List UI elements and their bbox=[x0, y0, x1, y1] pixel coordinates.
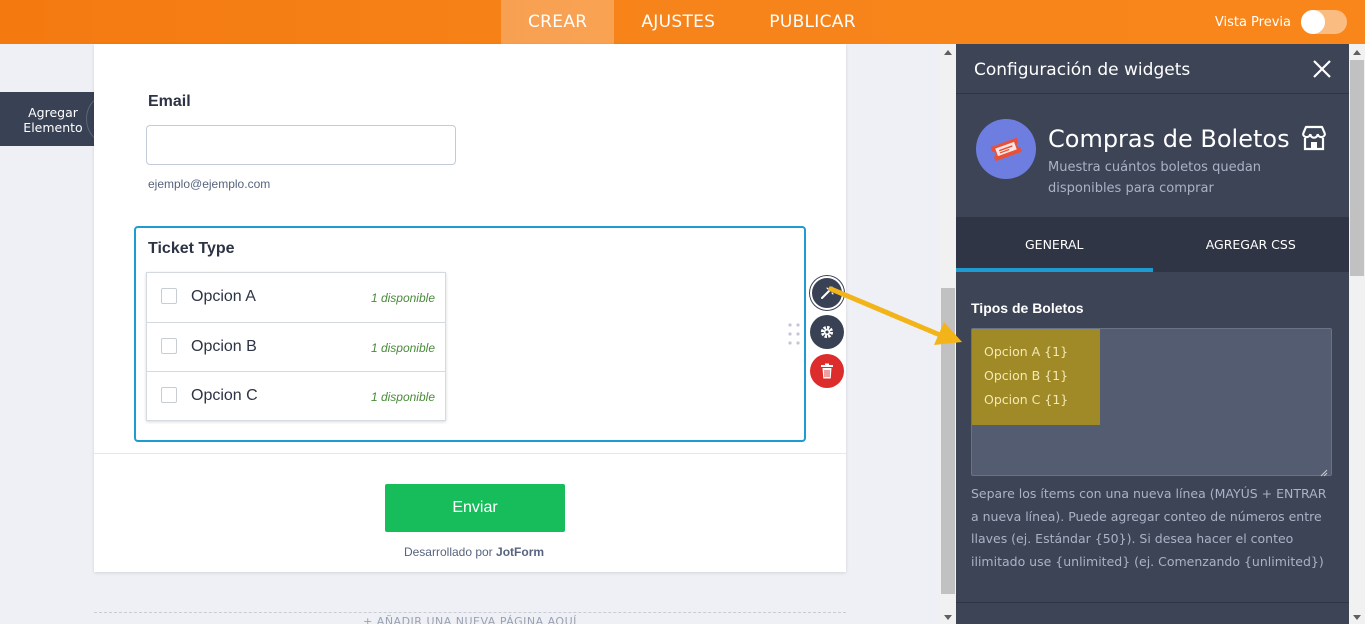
textarea-content: Opcion A {1} Opcion B {1} Opcion C {1} bbox=[984, 340, 1068, 412]
submit-button[interactable]: Enviar bbox=[385, 484, 565, 532]
ticket-type-field[interactable]: Ticket Type Opcion A 1 disponible Opcion… bbox=[134, 226, 806, 442]
ticket-availability: 1 disponible bbox=[370, 390, 435, 404]
trash-icon[interactable] bbox=[810, 354, 844, 388]
ticket-option[interactable]: Opcion C 1 disponible bbox=[147, 371, 445, 420]
scroll-up-icon[interactable] bbox=[1353, 50, 1361, 55]
checkbox[interactable] bbox=[161, 288, 177, 304]
preview-label: Vista Previa bbox=[1214, 14, 1291, 30]
scroll-up-icon[interactable] bbox=[944, 50, 952, 55]
email-hint: ejemplo@ejemplo.com bbox=[148, 177, 271, 191]
panel-title: Configuración de widgets bbox=[974, 60, 1191, 80]
top-bar: CREAR AJUSTES PUBLICAR Vista Previa bbox=[0, 0, 1365, 44]
tab-crear[interactable]: CREAR bbox=[501, 0, 615, 44]
wand-icon[interactable] bbox=[810, 276, 844, 310]
widget-info: Compras de Boletos Muestra cuántos bolet… bbox=[956, 95, 1349, 217]
resize-handle-icon[interactable] bbox=[1320, 464, 1328, 477]
jotform-link[interactable]: JotForm bbox=[496, 545, 544, 559]
preview-toggle[interactable] bbox=[1301, 10, 1347, 34]
widget-name: Compras de Boletos bbox=[1048, 125, 1290, 153]
ticket-option-label: Opcion A bbox=[191, 288, 256, 305]
scroll-thumb[interactable] bbox=[941, 288, 955, 594]
form-card: Email ejemplo@ejemplo.com Ticket Type Op… bbox=[94, 44, 846, 572]
powered-by: Desarrollado por JotForm bbox=[94, 545, 854, 559]
ticket-types-label: Tipos de Boletos bbox=[971, 300, 1084, 316]
panel-scrollbar[interactable] bbox=[1349, 44, 1365, 624]
checkbox[interactable] bbox=[161, 387, 177, 403]
ticket-option[interactable]: Opcion B 1 disponible bbox=[147, 322, 445, 371]
ticket-option-label: Opcion C bbox=[191, 387, 258, 404]
tab-general[interactable]: GENERAL bbox=[956, 217, 1153, 272]
textarea-line: Opcion B {1} bbox=[984, 368, 1069, 383]
preview-control: Vista Previa bbox=[1215, 0, 1347, 44]
scroll-down-icon[interactable] bbox=[1353, 615, 1361, 620]
ticket-type-label: Ticket Type bbox=[148, 240, 235, 257]
checkbox[interactable] bbox=[161, 338, 177, 354]
panel-header: Configuración de widgets bbox=[956, 44, 1349, 94]
ticket-icon bbox=[976, 119, 1036, 179]
tab-agregar-css[interactable]: AGREGAR CSS bbox=[1153, 217, 1350, 272]
help-text: Separe los ítems con una nueva línea (MA… bbox=[971, 486, 1327, 569]
email-field[interactable] bbox=[146, 125, 456, 165]
add-new-page-link[interactable]: + AÑADIR UNA NUEVA PÁGINA AQUÍ bbox=[94, 612, 846, 624]
gear-icon[interactable] bbox=[810, 315, 844, 349]
form-scrollbar[interactable] bbox=[940, 44, 956, 624]
ticket-option-label: Opcion B bbox=[191, 338, 257, 355]
ticket-options-list: Opcion A 1 disponible Opcion B 1 disponi… bbox=[146, 272, 446, 421]
close-icon[interactable] bbox=[1311, 58, 1333, 80]
tab-ajustes[interactable]: AJUSTES bbox=[614, 0, 742, 44]
store-icon[interactable] bbox=[1299, 123, 1329, 153]
add-element-label: Agregar Elemento bbox=[18, 105, 88, 135]
ticket-option[interactable]: Opcion A 1 disponible bbox=[147, 273, 445, 322]
scroll-thumb[interactable] bbox=[1350, 60, 1364, 276]
main-nav: CREAR AJUSTES PUBLICAR bbox=[501, 0, 883, 44]
ticket-availability: 1 disponible bbox=[370, 341, 435, 355]
widget-description: Muestra cuántos boletos quedan disponibl… bbox=[1048, 160, 1262, 196]
widget-settings-panel: Configuración de widgets Compras de Bole… bbox=[956, 44, 1349, 624]
ticket-availability: 1 disponible bbox=[370, 291, 435, 305]
powered-by-prefix: Desarrollado por bbox=[403, 545, 493, 559]
scroll-down-icon[interactable] bbox=[944, 615, 952, 620]
divider bbox=[94, 453, 846, 454]
drag-handle-icon[interactable] bbox=[788, 323, 800, 345]
add-element-label-line1: Agregar bbox=[28, 105, 78, 120]
panel-tabs: GENERAL AGREGAR CSS bbox=[956, 217, 1349, 272]
divider bbox=[956, 602, 1349, 603]
textarea-line: Opcion A {1} bbox=[984, 344, 1069, 359]
textarea-line: Opcion C {1} bbox=[984, 392, 1069, 407]
ticket-types-textarea[interactable]: Opcion A {1} Opcion B {1} Opcion C {1} bbox=[971, 328, 1332, 477]
tab-publicar[interactable]: PUBLICAR bbox=[742, 0, 883, 44]
email-label: Email bbox=[148, 93, 191, 110]
add-element-label-line2: Elemento bbox=[23, 120, 83, 135]
